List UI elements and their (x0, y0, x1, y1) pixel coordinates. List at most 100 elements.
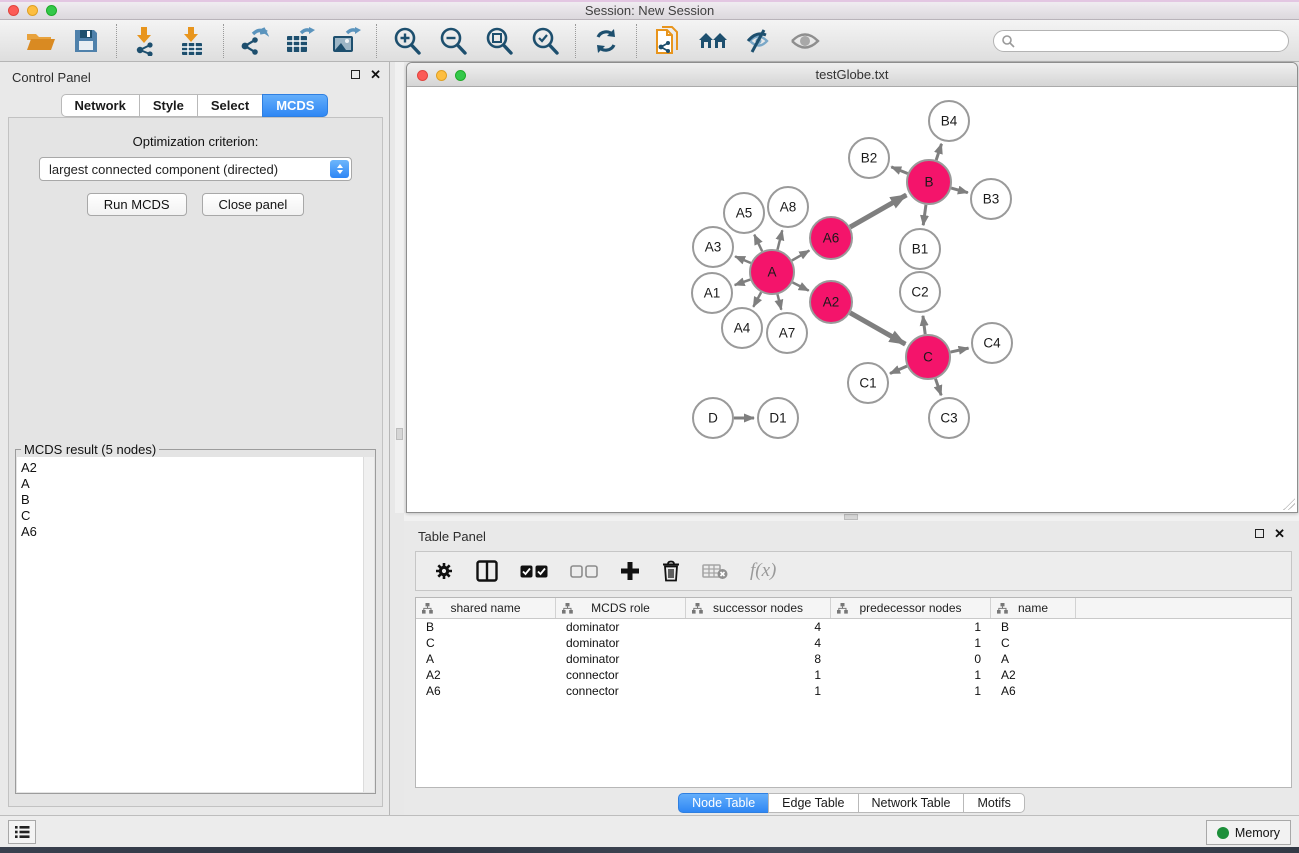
graph-edge-A6-B[interactable] (850, 195, 906, 227)
zoom-fit-icon[interactable] (481, 24, 517, 58)
graph-edge-C-C2[interactable] (923, 316, 925, 334)
graph-node-A7[interactable]: A7 (767, 313, 807, 353)
table-cell[interactable]: A6 (991, 684, 1076, 698)
save-session-icon[interactable] (68, 24, 104, 58)
graph-node-A1[interactable]: A1 (692, 273, 732, 313)
column-header-successor-nodes[interactable]: successor nodes (686, 598, 831, 618)
table-cell[interactable]: 0 (831, 652, 991, 666)
graph-node-A4[interactable]: A4 (722, 308, 762, 348)
graph-node-C[interactable]: C (906, 335, 950, 379)
graph-edge-B-B4[interactable] (936, 144, 941, 160)
settings-gear-icon[interactable] (434, 561, 454, 581)
optimization-criterion-select[interactable]: largest connected component (directed) (39, 157, 352, 181)
table-cell[interactable]: A (416, 652, 556, 666)
tab-style[interactable]: Style (139, 94, 198, 117)
mcds-result-list[interactable]: A2ABCA6 (17, 457, 363, 792)
network-canvas[interactable]: B4B2BB3A5A8A6A3B1AA1C2A2A4A7CC4C1C3DD1 (408, 88, 1296, 512)
hide-annotations-icon[interactable] (741, 24, 777, 58)
graph-node-B2[interactable]: B2 (849, 138, 889, 178)
table-cell[interactable]: A (991, 652, 1076, 666)
table-row[interactable]: A6connector11A6 (416, 683, 1291, 699)
table-cell[interactable]: dominator (556, 620, 686, 634)
table-cell[interactable]: B (991, 620, 1076, 634)
desktop-vertical-scrollbar[interactable] (395, 62, 404, 513)
unselect-all-checkboxes-icon[interactable] (570, 565, 598, 578)
graph-node-D[interactable]: D (693, 398, 733, 438)
show-graphics-eye-icon[interactable] (787, 24, 823, 58)
run-mcds-button[interactable]: Run MCDS (87, 193, 187, 216)
table-cell[interactable]: 1 (686, 684, 831, 698)
export-network-icon[interactable] (236, 24, 272, 58)
graph-edge-A2-C[interactable] (850, 313, 905, 344)
graph-node-B[interactable]: B (907, 160, 951, 204)
close-panel-button[interactable]: Close panel (202, 193, 305, 216)
column-header-shared-name[interactable]: shared name (416, 598, 556, 618)
table-tab-edge-table[interactable]: Edge Table (768, 793, 858, 813)
column-header-MCDS-role[interactable]: MCDS role (556, 598, 686, 618)
table-row[interactable]: Cdominator41C (416, 635, 1291, 651)
table-tab-motifs[interactable]: Motifs (963, 793, 1024, 813)
table-cell[interactable]: connector (556, 668, 686, 682)
memory-button[interactable]: Memory (1206, 820, 1291, 845)
graph-edge-B-B3[interactable] (951, 188, 968, 193)
graph-node-B1[interactable]: B1 (900, 229, 940, 269)
table-cell[interactable]: connector (556, 684, 686, 698)
import-table-icon[interactable] (175, 24, 211, 58)
graph-edge-A-A7[interactable] (777, 294, 781, 309)
open-folder-icon[interactable] (22, 24, 58, 58)
graph-edge-A-A5[interactable] (754, 235, 762, 252)
table-cell[interactable]: A2 (416, 668, 556, 682)
table-tab-network-table[interactable]: Network Table (858, 793, 965, 813)
table-tab-node-table[interactable]: Node Table (678, 793, 769, 813)
graph-edge-A-A6[interactable] (792, 250, 809, 260)
graph-node-A2[interactable]: A2 (810, 281, 852, 323)
select-all-checkboxes-icon[interactable] (520, 565, 548, 578)
mcds-result-item[interactable]: C (21, 508, 363, 524)
delete-column-icon[interactable] (662, 560, 680, 582)
graph-edge-C-C1[interactable] (890, 366, 907, 373)
table-cell[interactable]: 1 (831, 620, 991, 634)
graph-edge-A-A1[interactable] (735, 280, 751, 285)
add-column-icon[interactable] (620, 561, 640, 581)
export-image-icon[interactable] (328, 24, 364, 58)
float-table-panel-icon[interactable] (1255, 529, 1264, 538)
float-panel-icon[interactable] (351, 70, 360, 79)
graph-node-C2[interactable]: C2 (900, 272, 940, 312)
delete-table-icon[interactable] (702, 563, 728, 580)
graph-edge-A-A2[interactable] (793, 282, 809, 290)
mcds-result-item[interactable]: A (21, 476, 363, 492)
table-cell[interactable]: B (416, 620, 556, 634)
table-cell[interactable]: 4 (686, 636, 831, 650)
mcds-result-scrollbar[interactable] (363, 457, 374, 792)
graph-edge-A-A3[interactable] (735, 256, 751, 263)
table-cell[interactable]: 1 (831, 684, 991, 698)
graph-node-C3[interactable]: C3 (929, 398, 969, 438)
table-cell[interactable]: 4 (686, 620, 831, 634)
table-cell[interactable]: dominator (556, 652, 686, 666)
graph-edge-C-C3[interactable] (935, 379, 941, 396)
close-table-panel-icon[interactable]: ✕ (1274, 529, 1285, 538)
table-row[interactable]: Bdominator41B (416, 619, 1291, 635)
show-column-icon[interactable] (476, 560, 498, 582)
tab-mcds[interactable]: MCDS (262, 94, 328, 117)
table-cell[interactable]: dominator (556, 636, 686, 650)
mcds-result-item[interactable]: A2 (21, 460, 363, 476)
task-history-button[interactable] (8, 820, 36, 844)
network-window-titlebar[interactable]: testGlobe.txt (407, 63, 1297, 87)
table-cell[interactable]: A6 (416, 684, 556, 698)
graph-node-C1[interactable]: C1 (848, 363, 888, 403)
mcds-result-item[interactable]: A6 (21, 524, 363, 540)
zoom-in-icon[interactable] (389, 24, 425, 58)
graph-node-A3[interactable]: A3 (693, 227, 733, 267)
column-header-name[interactable]: name (991, 598, 1076, 618)
function-builder-icon[interactable]: f(x) (750, 560, 776, 582)
tab-network[interactable]: Network (61, 94, 140, 117)
zoom-selected-icon[interactable] (527, 24, 563, 58)
desktop-horizontal-scrollbar[interactable] (404, 513, 1299, 521)
graph-node-A5[interactable]: A5 (724, 193, 764, 233)
mcds-result-item[interactable]: B (21, 492, 363, 508)
graph-node-A[interactable]: A (750, 250, 794, 294)
network-graph[interactable]: B4B2BB3A5A8A6A3B1AA1C2A2A4A7CC4C1C3DD1 (408, 88, 1296, 512)
close-panel-icon[interactable]: ✕ (370, 70, 381, 79)
column-header-predecessor-nodes[interactable]: predecessor nodes (831, 598, 991, 618)
